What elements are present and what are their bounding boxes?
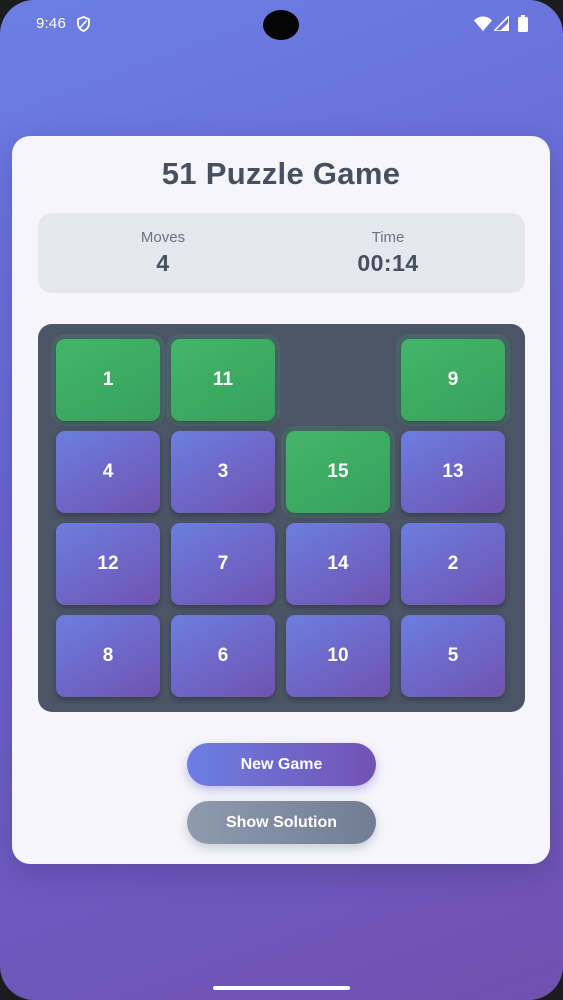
wifi-icon (474, 16, 492, 31)
puzzle-tile[interactable]: 7 (171, 523, 275, 605)
puzzle-board: 1 11 9 4 3 15 13 12 7 14 2 8 6 10 5 (38, 324, 525, 712)
show-solution-button[interactable]: Show Solution (187, 801, 376, 844)
battery-icon (518, 15, 528, 32)
puzzle-tile[interactable]: 1 (56, 339, 160, 421)
signal-icon (494, 16, 509, 31)
stats-panel: Moves 4 Time 00:14 (38, 213, 525, 293)
puzzle-tile[interactable]: 9 (401, 339, 505, 421)
puzzle-tile[interactable]: 4 (56, 431, 160, 513)
empty-slot (286, 339, 390, 421)
status-time: 9:46 (36, 15, 66, 32)
shield-icon (77, 16, 90, 32)
puzzle-tile[interactable]: 13 (401, 431, 505, 513)
time-stat: Time 00:14 (308, 213, 468, 277)
puzzle-tile[interactable]: 5 (401, 615, 505, 697)
time-label: Time (371, 229, 405, 246)
page-title: 51 Puzzle Game (161, 156, 401, 191)
puzzle-tile[interactable]: 12 (56, 523, 160, 605)
moves-label: Moves (140, 229, 186, 246)
moves-stat: Moves 4 (83, 213, 243, 277)
puzzle-tile[interactable]: 10 (286, 615, 390, 697)
phone-screen: 9:46 51 Puzzle Game Moves 4 Time 00:14 1… (0, 0, 563, 1000)
moves-value: 4 (156, 250, 170, 276)
puzzle-tile[interactable]: 2 (401, 523, 505, 605)
status-bar: 9:46 (0, 0, 563, 50)
game-card: 51 Puzzle Game Moves 4 Time 00:14 1 11 9 4 3… (12, 136, 550, 864)
new-game-button[interactable]: New Game (187, 743, 376, 786)
puzzle-tile[interactable]: 3 (171, 431, 275, 513)
home-indicator[interactable] (213, 986, 350, 990)
camera-cutout (263, 10, 299, 40)
puzzle-tile[interactable]: 15 (286, 431, 390, 513)
puzzle-tile[interactable]: 14 (286, 523, 390, 605)
time-value: 00:14 (357, 250, 419, 276)
puzzle-tile[interactable]: 8 (56, 615, 160, 697)
puzzle-tile[interactable]: 11 (171, 339, 275, 421)
puzzle-tile[interactable]: 6 (171, 615, 275, 697)
